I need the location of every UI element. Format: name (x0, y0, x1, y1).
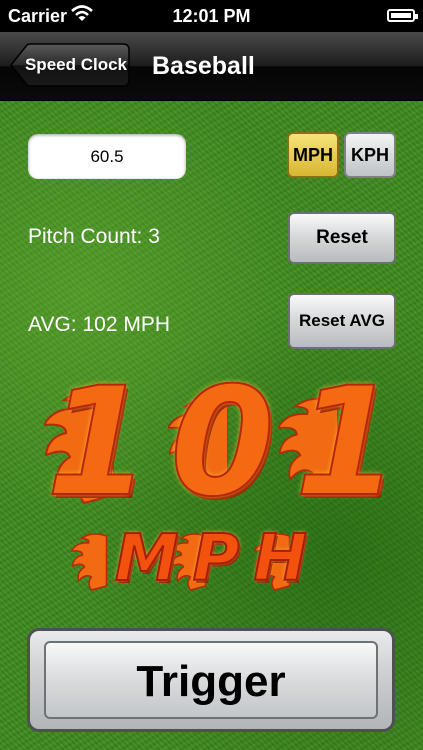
page-title: Baseball (152, 52, 255, 80)
back-button-label: Speed Clock (24, 55, 128, 74)
status-bar: Carrier 12:01 PM (0, 0, 423, 32)
trigger-button[interactable]: Trigger (27, 628, 395, 732)
distance-field[interactable] (28, 134, 186, 179)
average-label: AVG: 102 MPH (28, 313, 170, 336)
reset-avg-button[interactable]: Reset AVG (288, 293, 396, 349)
pitch-count-label: Pitch Count: 3 (28, 225, 160, 248)
navigation-bar: Speed Clock Baseball (0, 32, 423, 101)
clock-label: 12:01 PM (172, 6, 251, 26)
grass-content-area: MPH KPH Pitch Count: 3 Reset AVG: 102 MP… (0, 101, 423, 750)
trigger-button-label: Trigger (44, 641, 378, 719)
speed-unit-readout: MPH (114, 521, 322, 597)
speed-clock-screen: Carrier 12:01 PM Speed Clock Baseball 60… (0, 0, 423, 750)
speed-readout: 101 (45, 356, 420, 530)
speed-display: 101 MPH (0, 356, 423, 603)
kph-unit-button[interactable]: KPH (344, 132, 396, 178)
back-button[interactable]: Speed Clock (10, 43, 130, 87)
reset-button[interactable]: Reset (288, 212, 396, 264)
mph-unit-button[interactable]: MPH (287, 132, 339, 178)
battery-icon (387, 9, 418, 22)
